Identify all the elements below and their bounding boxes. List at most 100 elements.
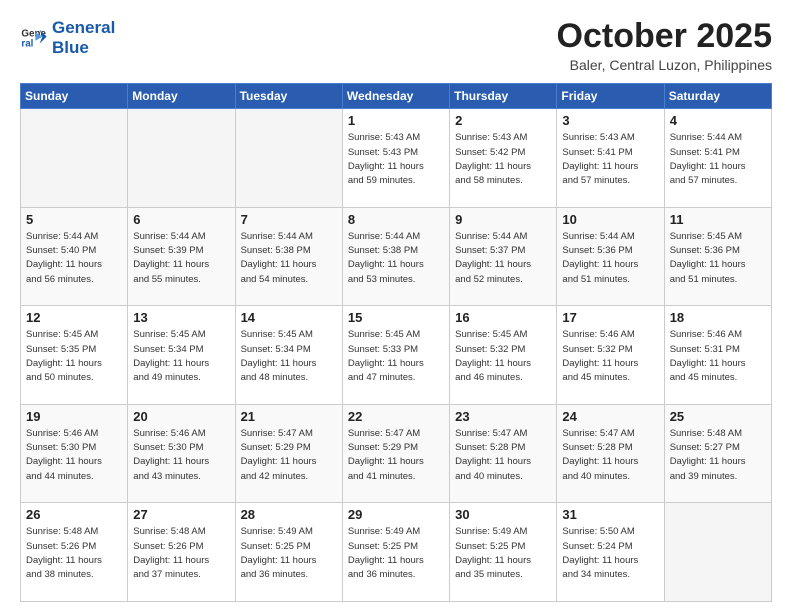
week-row-2: 5Sunrise: 5:44 AMSunset: 5:40 PMDaylight… (21, 207, 772, 306)
day-info: Sunrise: 5:45 AMSunset: 5:34 PMDaylight:… (133, 328, 229, 385)
week-row-1: 1Sunrise: 5:43 AMSunset: 5:43 PMDaylight… (21, 109, 772, 208)
header: Gene ral General Blue October 2025 Baler… (20, 18, 772, 73)
calendar-cell: 30 Sunrise: 5:49 AMSunset: 5:25 PMDayligh… (450, 503, 557, 602)
calendar-cell: 6 Sunrise: 5:44 AMSunset: 5:39 PMDaylight… (128, 207, 235, 306)
day-number: 13 (133, 310, 229, 325)
calendar-table: SundayMondayTuesdayWednesdayThursdayFrid… (20, 83, 772, 602)
weekday-header-sunday: Sunday (21, 84, 128, 109)
day-info: Sunrise: 5:46 AMSunset: 5:30 PMDaylight:… (133, 427, 229, 484)
weekday-header-thursday: Thursday (450, 84, 557, 109)
day-number: 7 (241, 212, 337, 227)
calendar-cell: 9 Sunrise: 5:44 AMSunset: 5:37 PMDaylight… (450, 207, 557, 306)
calendar-cell: 21 Sunrise: 5:47 AMSunset: 5:29 PMDayligh… (235, 404, 342, 503)
day-info: Sunrise: 5:43 AMSunset: 5:42 PMDaylight:… (455, 131, 551, 188)
day-info: Sunrise: 5:46 AMSunset: 5:32 PMDaylight:… (562, 328, 658, 385)
day-number: 3 (562, 113, 658, 128)
week-row-3: 12Sunrise: 5:45 AMSunset: 5:35 PMDayligh… (21, 306, 772, 405)
day-number: 2 (455, 113, 551, 128)
calendar-cell: 12Sunrise: 5:45 AMSunset: 5:35 PMDayligh… (21, 306, 128, 405)
day-info: Sunrise: 5:48 AMSunset: 5:27 PMDaylight:… (670, 427, 766, 484)
day-info: Sunrise: 5:44 AMSunset: 5:37 PMDaylight:… (455, 230, 551, 287)
svg-text:ral: ral (21, 39, 33, 50)
day-info: Sunrise: 5:48 AMSunset: 5:26 PMDaylight:… (26, 525, 122, 582)
day-number: 8 (348, 212, 444, 227)
day-info: Sunrise: 5:48 AMSunset: 5:26 PMDaylight:… (133, 525, 229, 582)
day-number: 31 (562, 507, 658, 522)
page: Gene ral General Blue October 2025 Baler… (0, 0, 792, 612)
day-number: 6 (133, 212, 229, 227)
day-info: Sunrise: 5:43 AMSunset: 5:43 PMDaylight:… (348, 131, 444, 188)
day-number: 10 (562, 212, 658, 227)
logo: Gene ral General Blue (20, 18, 115, 59)
day-number: 15 (348, 310, 444, 325)
weekday-header-saturday: Saturday (664, 84, 771, 109)
day-number: 25 (670, 409, 766, 424)
day-number: 9 (455, 212, 551, 227)
day-info: Sunrise: 5:50 AMSunset: 5:24 PMDaylight:… (562, 525, 658, 582)
day-info: Sunrise: 5:44 AMSunset: 5:39 PMDaylight:… (133, 230, 229, 287)
day-number: 11 (670, 212, 766, 227)
day-info: Sunrise: 5:45 AMSunset: 5:32 PMDaylight:… (455, 328, 551, 385)
day-info: Sunrise: 5:47 AMSunset: 5:29 PMDaylight:… (348, 427, 444, 484)
day-info: Sunrise: 5:49 AMSunset: 5:25 PMDaylight:… (455, 525, 551, 582)
day-info: Sunrise: 5:45 AMSunset: 5:35 PMDaylight:… (26, 328, 122, 385)
day-info: Sunrise: 5:46 AMSunset: 5:30 PMDaylight:… (26, 427, 122, 484)
weekday-header-tuesday: Tuesday (235, 84, 342, 109)
weekday-header-row: SundayMondayTuesdayWednesdayThursdayFrid… (21, 84, 772, 109)
calendar-cell: 31 Sunrise: 5:50 AMSunset: 5:24 PMDayligh… (557, 503, 664, 602)
day-number: 23 (455, 409, 551, 424)
calendar-cell: 28 Sunrise: 5:49 AMSunset: 5:25 PMDayligh… (235, 503, 342, 602)
day-number: 21 (241, 409, 337, 424)
calendar-cell: 1Sunrise: 5:43 AMSunset: 5:43 PMDaylight… (342, 109, 449, 208)
day-info: Sunrise: 5:49 AMSunset: 5:25 PMDaylight:… (241, 525, 337, 582)
logo-line2: Blue (52, 38, 89, 57)
calendar-cell: 16 Sunrise: 5:45 AMSunset: 5:32 PMDayligh… (450, 306, 557, 405)
title-block: October 2025 Baler, Central Luzon, Phili… (557, 18, 772, 73)
day-number: 5 (26, 212, 122, 227)
weekday-header-friday: Friday (557, 84, 664, 109)
calendar-cell: 2 Sunrise: 5:43 AMSunset: 5:42 PMDaylight… (450, 109, 557, 208)
day-info: Sunrise: 5:44 AMSunset: 5:41 PMDaylight:… (670, 131, 766, 188)
day-number: 14 (241, 310, 337, 325)
calendar-cell: 25 Sunrise: 5:48 AMSunset: 5:27 PMDayligh… (664, 404, 771, 503)
day-info: Sunrise: 5:47 AMSunset: 5:28 PMDaylight:… (562, 427, 658, 484)
calendar-cell: 17 Sunrise: 5:46 AMSunset: 5:32 PMDayligh… (557, 306, 664, 405)
day-number: 19 (26, 409, 122, 424)
calendar-cell: 22 Sunrise: 5:47 AMSunset: 5:29 PMDayligh… (342, 404, 449, 503)
day-info: Sunrise: 5:45 AMSunset: 5:33 PMDaylight:… (348, 328, 444, 385)
day-info: Sunrise: 5:45 AMSunset: 5:36 PMDaylight:… (670, 230, 766, 287)
calendar-cell: 14 Sunrise: 5:45 AMSunset: 5:34 PMDayligh… (235, 306, 342, 405)
weekday-header-wednesday: Wednesday (342, 84, 449, 109)
day-info: Sunrise: 5:44 AMSunset: 5:38 PMDaylight:… (241, 230, 337, 287)
day-number: 22 (348, 409, 444, 424)
day-number: 17 (562, 310, 658, 325)
calendar-cell: 10 Sunrise: 5:44 AMSunset: 5:36 PMDayligh… (557, 207, 664, 306)
logo-line1: General (52, 18, 115, 37)
location: Baler, Central Luzon, Philippines (557, 57, 772, 73)
calendar-cell: 26Sunrise: 5:48 AMSunset: 5:26 PMDayligh… (21, 503, 128, 602)
day-number: 4 (670, 113, 766, 128)
calendar-cell: 15 Sunrise: 5:45 AMSunset: 5:33 PMDayligh… (342, 306, 449, 405)
calendar-cell: 4 Sunrise: 5:44 AMSunset: 5:41 PMDaylight… (664, 109, 771, 208)
calendar-cell: 5Sunrise: 5:44 AMSunset: 5:40 PMDaylight… (21, 207, 128, 306)
day-number: 30 (455, 507, 551, 522)
week-row-4: 19 Sunrise: 5:46 AMSunset: 5:30 PMDayligh… (21, 404, 772, 503)
calendar-cell: 11 Sunrise: 5:45 AMSunset: 5:36 PMDayligh… (664, 207, 771, 306)
day-info: Sunrise: 5:47 AMSunset: 5:29 PMDaylight:… (241, 427, 337, 484)
logo-text: General Blue (52, 18, 115, 59)
logo-icon: Gene ral (20, 24, 48, 52)
day-number: 28 (241, 507, 337, 522)
calendar-cell: 18Sunrise: 5:46 AMSunset: 5:31 PMDayligh… (664, 306, 771, 405)
day-number: 27 (133, 507, 229, 522)
day-info: Sunrise: 5:43 AMSunset: 5:41 PMDaylight:… (562, 131, 658, 188)
day-info: Sunrise: 5:47 AMSunset: 5:28 PMDaylight:… (455, 427, 551, 484)
weekday-header-monday: Monday (128, 84, 235, 109)
calendar-cell: 8Sunrise: 5:44 AMSunset: 5:38 PMDaylight… (342, 207, 449, 306)
day-info: Sunrise: 5:44 AMSunset: 5:36 PMDaylight:… (562, 230, 658, 287)
calendar-cell: 23 Sunrise: 5:47 AMSunset: 5:28 PMDayligh… (450, 404, 557, 503)
month-title: October 2025 (557, 18, 772, 55)
day-info: Sunrise: 5:45 AMSunset: 5:34 PMDaylight:… (241, 328, 337, 385)
calendar-cell: 24Sunrise: 5:47 AMSunset: 5:28 PMDayligh… (557, 404, 664, 503)
week-row-5: 26Sunrise: 5:48 AMSunset: 5:26 PMDayligh… (21, 503, 772, 602)
day-number: 16 (455, 310, 551, 325)
